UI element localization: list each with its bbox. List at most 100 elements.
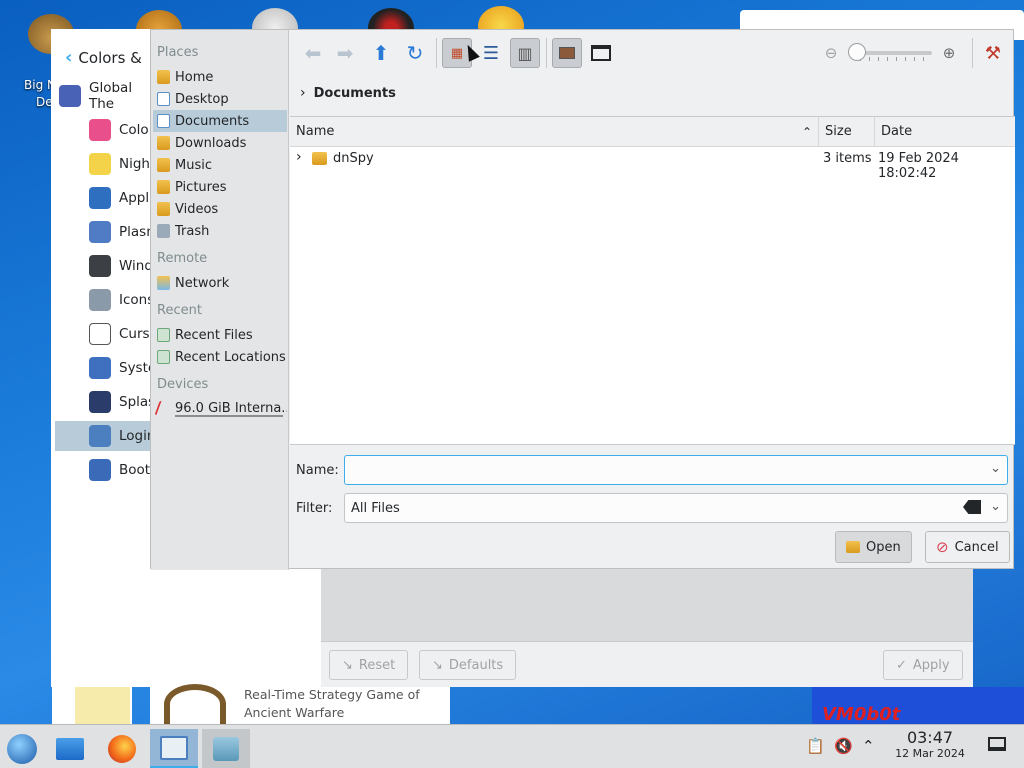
settings-item-icon [59, 85, 81, 107]
settings-item-plasm[interactable]: Plasm [55, 217, 159, 247]
zoom-out-icon[interactable]: ⊖ [816, 38, 846, 68]
zoom-in-icon[interactable]: ⊕ [934, 38, 964, 68]
panel-icon [591, 45, 611, 61]
dialog-toolbar: ⬅ ➡ ⬆ ↻ ▦ ☰ ▥ ⊖ ⊕ ⚒ [290, 30, 1015, 76]
cancel-label: Cancel [954, 539, 999, 555]
chevron-down-icon[interactable]: ⌄ [990, 461, 1001, 476]
defaults-button[interactable]: ↘ Defaults [419, 650, 517, 680]
column-header-name[interactable]: Name ⌃ [290, 117, 819, 147]
places-item-trash[interactable]: Trash [153, 220, 287, 242]
settings-item-icon [89, 357, 111, 379]
clear-icon[interactable] [963, 500, 981, 514]
sort-ascending-icon: ⌃ [801, 124, 812, 139]
recent-files-icon [157, 328, 170, 342]
places-item-label: Home [175, 69, 214, 85]
desktop-window-fragment [75, 687, 130, 724]
expand-chevron-icon[interactable]: › [296, 149, 302, 165]
clock[interactable]: 03:47 12 Mar 2024 [886, 729, 974, 761]
settings-item-icon [89, 153, 111, 175]
column-header-date[interactable]: Date [875, 117, 1015, 147]
clipboard-icon[interactable]: 📋 [806, 737, 825, 755]
system-settings-task[interactable] [150, 729, 198, 768]
desktop-icon [157, 92, 170, 106]
settings-item-appli[interactable]: Appli [55, 183, 153, 213]
settings-item-windo[interactable]: Windo [55, 251, 161, 281]
places-item-home[interactable]: Home [153, 66, 287, 88]
toolbar-separator [546, 38, 547, 68]
chevron-right-icon: › [300, 85, 306, 101]
remote-header: Remote [157, 251, 208, 266]
chevron-down-icon[interactable]: ⌄ [990, 499, 1001, 514]
breadcrumb[interactable]: › Documents [290, 76, 1015, 110]
breadcrumb-current[interactable]: Documents [314, 86, 396, 101]
back-button[interactable]: ⬅ [298, 38, 328, 68]
reset-icon: ↘ [342, 657, 353, 673]
places-item-downloads[interactable]: Downloads [153, 132, 287, 154]
settings-item-color[interactable]: Color [55, 115, 155, 145]
settings-item-icon [89, 289, 111, 311]
parent-folder-button[interactable]: ⬆ [366, 38, 396, 68]
places-item-recent-files[interactable]: Recent Files [153, 324, 287, 346]
places-item-videos[interactable]: Videos [153, 198, 287, 220]
places-item-label: Trash [175, 223, 210, 239]
places-item-pictures[interactable]: Pictures [153, 176, 287, 198]
settings-item-icons[interactable]: Icons [55, 285, 154, 315]
file-open-dialog: Places Home Desktop Documents Downloads Musi… [150, 29, 1015, 570]
start-menu-button[interactable] [0, 729, 44, 768]
show-desktop-icon[interactable] [988, 737, 1006, 751]
panel-button[interactable] [586, 38, 616, 68]
application-icon [213, 737, 239, 761]
filter-value: All Files [351, 500, 400, 516]
filename-input[interactable]: ⌄ [344, 455, 1008, 485]
places-item-desktop[interactable]: Desktop [153, 88, 287, 110]
chevron-up-icon[interactable]: ⌃ [862, 737, 875, 755]
name-label: Name: [296, 463, 339, 478]
table-row[interactable]: › dnSpy 3 items 19 Feb 2024 18:02:42 [290, 148, 1015, 181]
places-item-label: 96.0 GiB Interna... [175, 400, 287, 416]
options-button[interactable]: ⚒ [978, 38, 1008, 68]
open-button[interactable]: Open [835, 531, 912, 563]
zoom-slider-handle[interactable] [848, 43, 866, 61]
settings-item-splas[interactable]: Splas [55, 387, 155, 417]
zoom-slider[interactable] [860, 51, 932, 55]
places-item-recent-locations[interactable]: Recent Locations [153, 346, 287, 368]
reload-button[interactable]: ↻ [400, 38, 430, 68]
preview-button[interactable] [552, 38, 582, 68]
volume-muted-icon[interactable]: 🔇 [834, 737, 853, 755]
settings-item-curso[interactable]: Curso [55, 319, 158, 349]
details-view-button[interactable]: ▥ [510, 38, 540, 68]
settings-item-label: Color [119, 122, 155, 138]
settings-item-label: Global The [89, 80, 133, 112]
toolbar-separator [436, 38, 437, 68]
settings-item-login[interactable]: Login [55, 421, 155, 451]
defaults-icon: ↘ [432, 657, 443, 673]
column-header-size[interactable]: Size [819, 117, 875, 147]
icons-view-icon: ▦ [450, 45, 464, 61]
back-arrow-icon[interactable]: ‹ [65, 47, 72, 68]
settings-header[interactable]: ‹ Colors & [65, 47, 142, 68]
reset-button[interactable]: ↘ Reset [329, 650, 409, 680]
forward-button[interactable]: ➡ [330, 38, 360, 68]
filter-select[interactable]: All Files ⌄ [344, 493, 1008, 523]
firefox-icon [108, 735, 136, 763]
column-header-date-label: Date [881, 124, 913, 139]
file-manager-button[interactable] [48, 729, 92, 768]
settings-item-syste[interactable]: Syste [55, 353, 156, 383]
cancel-button[interactable]: ⊘ Cancel [925, 531, 1010, 563]
places-header: Places [157, 45, 199, 60]
apply-label: Apply [912, 657, 950, 673]
apply-button[interactable]: ✓ Apply [883, 650, 963, 680]
compact-view-button[interactable]: ☰ [476, 38, 506, 68]
settings-item-night[interactable]: Night [55, 149, 155, 179]
firefox-button[interactable] [100, 729, 144, 768]
settings-item-global-the[interactable]: Global The [55, 80, 151, 112]
file-list-view[interactable]: Name ⌃ Size Date › dnSpy 3 items 19 Feb … [290, 116, 1015, 444]
windows-logo-icon [7, 734, 37, 764]
places-item-network[interactable]: Network [153, 272, 287, 294]
file-dialog-task[interactable] [202, 729, 250, 768]
places-item-documents[interactable]: Documents [153, 110, 287, 132]
folder-documents-icon [157, 114, 170, 128]
places-item-music[interactable]: Music [153, 154, 287, 176]
settings-item-boot[interactable]: Boot [55, 455, 151, 485]
defaults-label: Defaults [448, 657, 504, 673]
